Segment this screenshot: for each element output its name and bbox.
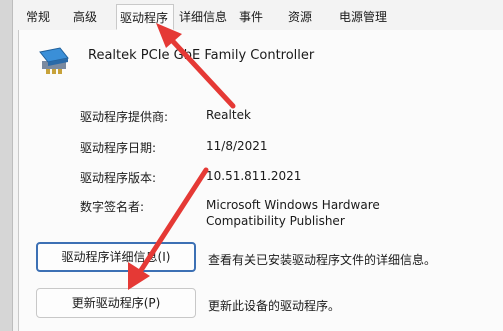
- driver-details-button[interactable]: 驱动程序详细信息(I): [36, 242, 196, 272]
- signer-value-line2: Compatibility Publisher: [206, 214, 345, 228]
- provider-value: Realtek: [206, 108, 251, 122]
- tab-resources[interactable]: 资源: [288, 6, 312, 28]
- signer-label: 数字签名者:: [80, 200, 145, 214]
- tab-general[interactable]: 常规: [26, 6, 50, 28]
- network-adapter-icon: [39, 47, 69, 74]
- tab-advanced[interactable]: 高级: [73, 6, 97, 28]
- version-value: 10.51.811.2021: [206, 169, 302, 183]
- update-driver-button[interactable]: 更新驱动程序(P): [36, 288, 196, 318]
- date-value: 11/8/2021: [206, 139, 268, 153]
- tab-events[interactable]: 事件: [239, 6, 263, 28]
- tab-details[interactable]: 详细信息: [179, 6, 227, 28]
- device-name: Realtek PCIe GbE Family Controller: [88, 48, 315, 63]
- update-driver-description: 更新此设备的驱动程序。: [208, 299, 341, 313]
- tab-driver[interactable]: 驱动程序: [116, 4, 174, 30]
- date-label: 驱动程序日期:: [80, 141, 157, 155]
- tab-bar: 常规 高级 驱动程序 详细信息 事件 资源 电源管理: [18, 4, 503, 31]
- background-window-edge: [0, 0, 13, 331]
- version-label: 驱动程序版本:: [80, 171, 157, 185]
- tab-power-management[interactable]: 电源管理: [339, 6, 387, 28]
- provider-label: 驱动程序提供商:: [80, 110, 169, 124]
- driver-details-description: 查看有关已安装驱动程序文件的详细信息。: [208, 253, 437, 267]
- signer-value-line1: Microsoft Windows Hardware: [206, 198, 380, 212]
